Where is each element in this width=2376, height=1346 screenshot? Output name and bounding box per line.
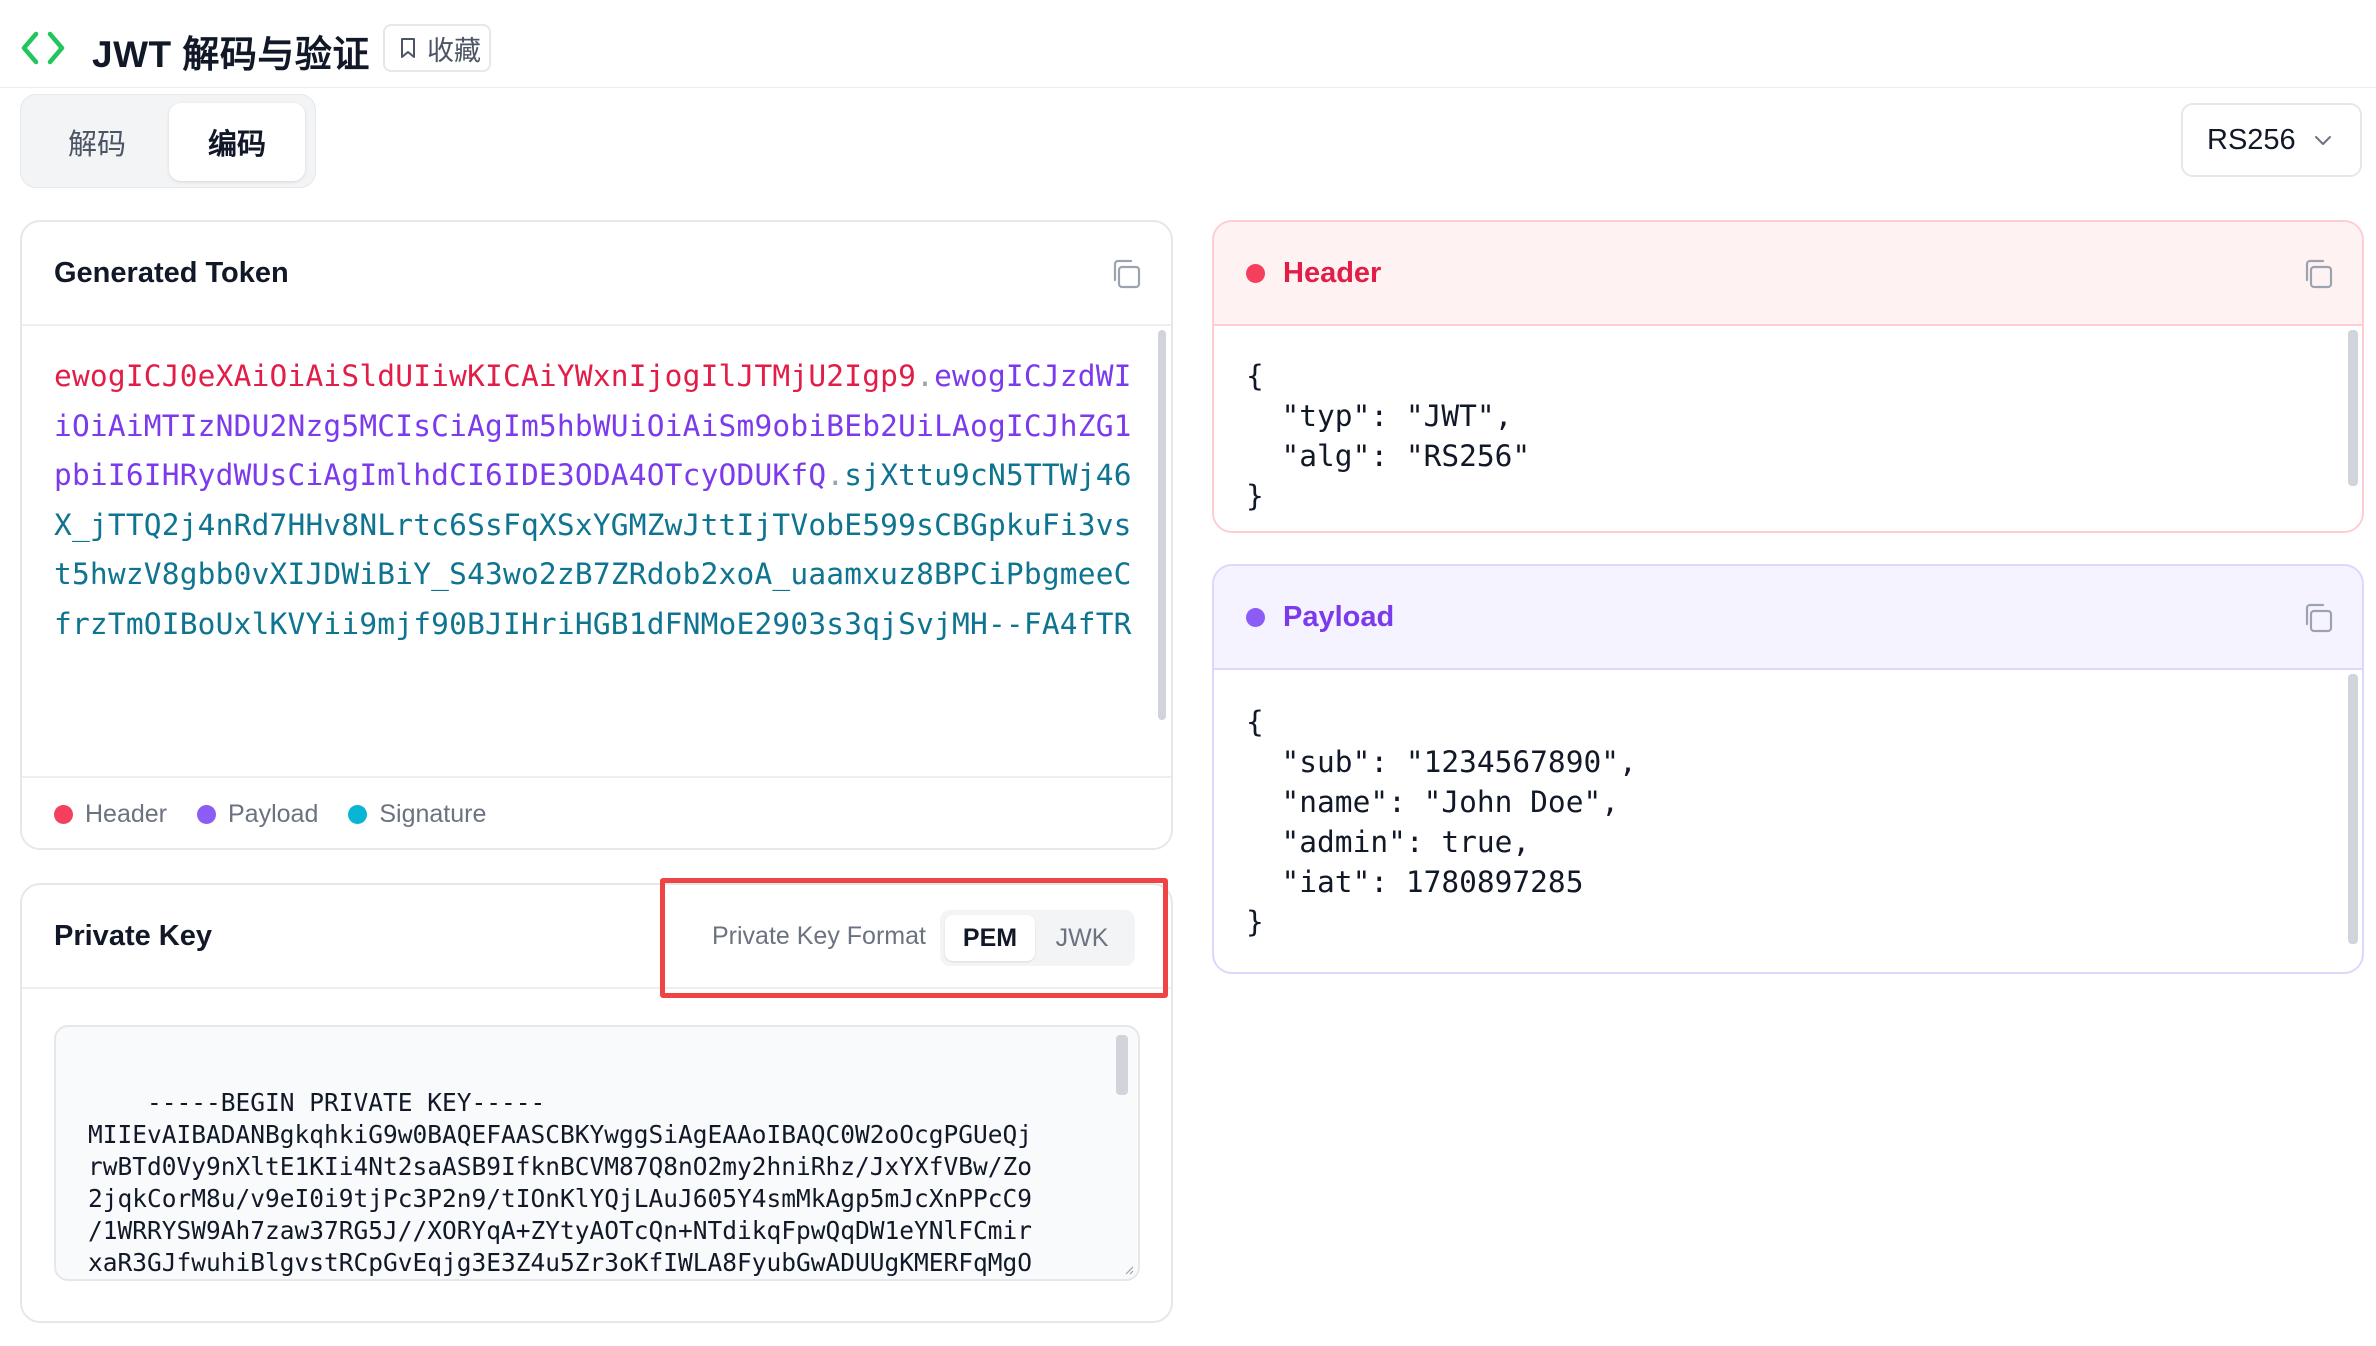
copy-icon[interactable] [2302, 258, 2334, 290]
header-json[interactable]: { "typ": "JWT", "alg": "RS256" } [1246, 356, 1530, 516]
token-card-header: Generated Token [22, 222, 1171, 326]
payload-json[interactable]: { "sub": "1234567890", "name": "John Doe… [1246, 702, 1637, 942]
header-status-dot [1246, 263, 1265, 283]
header-panel-title: Header [1283, 256, 1382, 289]
private-key-title: Private Key [54, 919, 212, 952]
token-legend: Header Payload Signature [22, 776, 1171, 848]
bookmark-icon [401, 38, 415, 58]
top-bar: JWT 解码与验证 收藏 [0, 0, 2376, 88]
header-scrollbar[interactable] [2348, 330, 2358, 486]
legend-dot [54, 804, 73, 824]
token-card-title: Generated Token [54, 256, 289, 289]
algorithm-value: RS256 [2207, 123, 2296, 156]
page-title: JWT 解码与验证 [92, 34, 370, 75]
code-brackets-icon [21, 31, 65, 65]
token-separator: . [916, 359, 935, 393]
payload-panel-head: Payload [1214, 566, 2362, 670]
highlight-annotation-box [660, 878, 1168, 998]
payload-panel-title: Payload [1283, 600, 1395, 633]
favorite-button[interactable]: 收藏 [383, 24, 491, 72]
legend-label: Signature [379, 799, 487, 828]
tab-encode[interactable]: 编码 [169, 103, 305, 181]
copy-icon[interactable] [1110, 258, 1142, 290]
header-panel: Header { "typ": "JWT", "alg": "RS256" } [1212, 220, 2364, 533]
payload-scrollbar[interactable] [2348, 674, 2358, 944]
legend-label: Payload [228, 799, 319, 828]
token-scrollbar[interactable] [1155, 328, 1169, 750]
legend-signature: Signature [348, 800, 486, 829]
algorithm-select[interactable]: RS256 [2181, 103, 2362, 177]
payload-panel: Payload { "sub": "1234567890", "name": "… [1212, 564, 2364, 974]
legend-payload: Payload [197, 800, 318, 829]
legend-header: Header [54, 800, 167, 829]
payload-status-dot [1246, 607, 1265, 627]
private-key-scrollbar[interactable] [1116, 1035, 1128, 1095]
token-separator: . [826, 458, 845, 492]
private-key-value: -----BEGIN PRIVATE KEY----- MIIEvAIBADAN… [88, 1088, 1033, 1277]
copy-icon[interactable] [2302, 602, 2334, 634]
token-text[interactable]: ewogICJ0eXAiOiAiSldUIiwKICAiYWxnIjogIlJT… [54, 352, 1140, 642]
private-key-textarea[interactable]: -----BEGIN PRIVATE KEY----- MIIEvAIBADAN… [54, 1025, 1140, 1281]
legend-dot [348, 804, 368, 824]
mode-tabs: 解码 编码 [20, 94, 316, 188]
chevron-down-icon [2315, 136, 2331, 145]
header-panel-head: Header [1214, 222, 2362, 326]
legend-label: Header [85, 799, 167, 828]
favorite-label: 收藏 [427, 35, 481, 66]
token-header-segment: ewogICJ0eXAiOiAiSldUIiwKICAiYWxnIjogIlJT… [54, 359, 917, 393]
tab-decode[interactable]: 解码 [29, 103, 165, 181]
generated-token-card: Generated Token ewogICJ0eXAiOiAiSldUIiwK… [20, 220, 1173, 850]
resize-handle-icon[interactable] [1124, 1265, 1134, 1275]
legend-dot [197, 804, 216, 824]
